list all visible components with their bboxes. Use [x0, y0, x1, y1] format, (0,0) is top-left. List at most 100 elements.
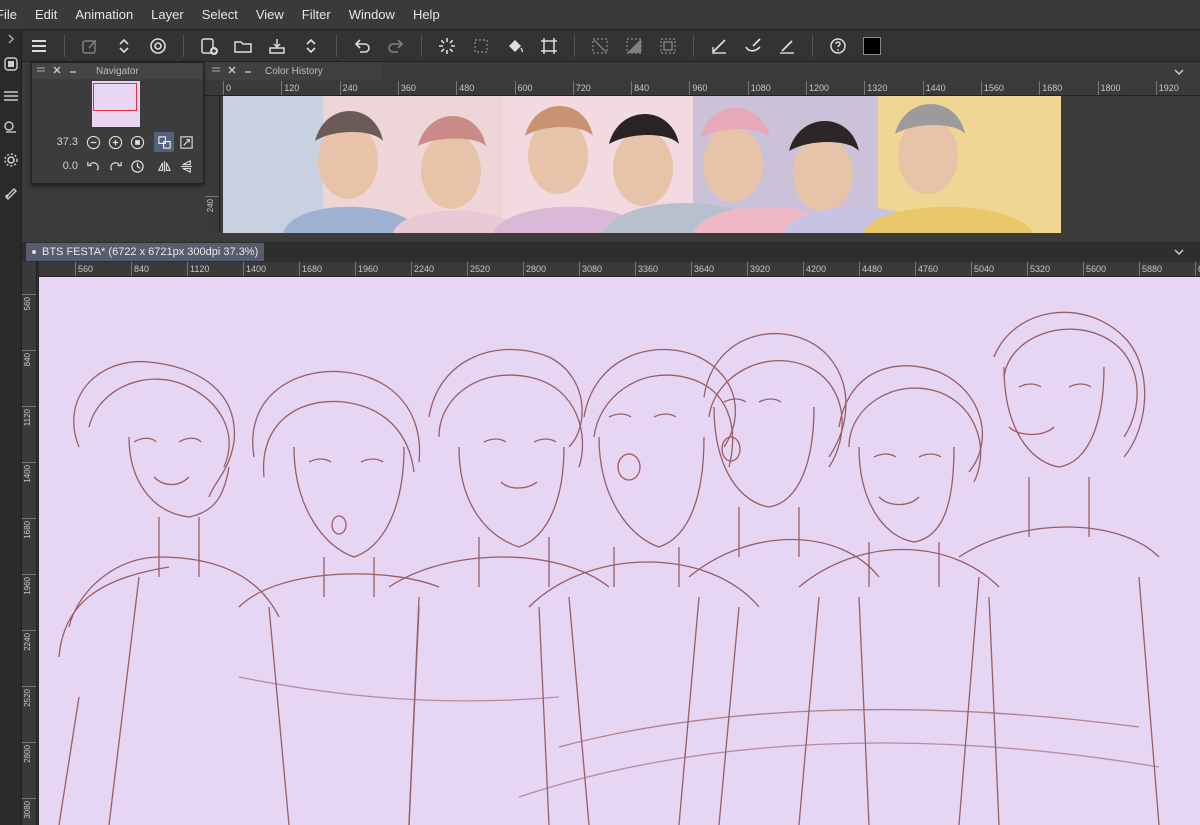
- ruler-tick-label: 1120: [22, 406, 36, 426]
- sort-arrows-icon[interactable]: [110, 32, 138, 60]
- panel-grip-icon[interactable]: [36, 65, 46, 78]
- ruler-tick-text: 2800: [23, 745, 32, 763]
- ruler-tick-text: 2520: [23, 689, 32, 707]
- close-icon[interactable]: [52, 65, 62, 78]
- ruler-tick-label: 3920: [747, 262, 770, 276]
- invert-selection-icon[interactable]: [620, 32, 648, 60]
- navigator-thumbnail[interactable]: [92, 81, 140, 127]
- brush-settings-icon[interactable]: [0, 176, 22, 208]
- list-panel-icon[interactable]: [0, 80, 22, 112]
- zoom-out-icon[interactable]: [83, 132, 103, 152]
- loading-icon[interactable]: [433, 32, 461, 60]
- ruler-tick-label: 1440: [922, 81, 946, 95]
- undo-icon[interactable]: [348, 32, 376, 60]
- flip-vertical-icon[interactable]: [176, 156, 196, 176]
- menu-file[interactable]: File: [0, 0, 26, 30]
- ruler-tick-label: 240: [205, 196, 219, 212]
- panel-grip-icon[interactable]: [211, 65, 221, 78]
- menu-filter[interactable]: Filter: [293, 0, 340, 30]
- document-tab[interactable]: BTS FESTA* (6722 x 6721px 300dpi 37.3%): [26, 243, 265, 261]
- toolbar-divider: [574, 34, 575, 57]
- menu-select[interactable]: Select: [193, 0, 247, 30]
- ruler-tick-label: 1200: [806, 81, 829, 95]
- help-icon[interactable]: [824, 32, 852, 60]
- ruler-tick-label: 360: [397, 81, 416, 95]
- rotation-row: 0.0: [38, 155, 197, 177]
- menu-layer[interactable]: Layer: [142, 0, 193, 30]
- arrows-icon[interactable]: [297, 32, 325, 60]
- crop-icon[interactable]: [535, 32, 563, 60]
- fit-to-navigator-icon[interactable]: [154, 132, 174, 152]
- save-icon[interactable]: [263, 32, 291, 60]
- menu-help[interactable]: Help: [404, 0, 449, 30]
- rotation-value[interactable]: 0.0: [38, 160, 78, 172]
- zoom-in-icon[interactable]: [105, 132, 125, 152]
- new-canvas-icon[interactable]: [195, 32, 223, 60]
- color-swatch-icon[interactable]: [858, 32, 886, 60]
- chevron-down-icon[interactable]: [1172, 65, 1186, 79]
- zoom-fit-icon[interactable]: [127, 132, 147, 152]
- ruler-tick-label: 1320: [864, 81, 887, 95]
- ruler-tick-label: 240: [339, 81, 358, 95]
- reset-rotation-icon[interactable]: [127, 156, 147, 176]
- select-all-icon[interactable]: [654, 32, 682, 60]
- flip-horizontal-icon[interactable]: [154, 156, 174, 176]
- chevron-down-icon[interactable]: [1172, 245, 1186, 259]
- minimize-icon[interactable]: [243, 65, 253, 78]
- brush-tool-icon[interactable]: [739, 32, 767, 60]
- pen-tool-icon[interactable]: [705, 32, 733, 60]
- transform-icon[interactable]: [467, 32, 495, 60]
- rotate-left-icon[interactable]: [83, 156, 103, 176]
- eraser-tool-icon[interactable]: [773, 32, 801, 60]
- ruler-tick-text: 1400: [23, 465, 32, 483]
- drawing-canvas[interactable]: [39, 277, 1200, 825]
- ruler-tick-label: 1920: [1155, 81, 1179, 95]
- ruler-tick-label: 2800: [523, 262, 546, 276]
- layers-stack-icon[interactable]: [0, 112, 22, 144]
- ruler-tick-label: 3360: [635, 262, 658, 276]
- ruler-tick-label: 0: [223, 81, 231, 95]
- navigator-header: Navigator: [32, 63, 203, 79]
- fit-to-screen-icon[interactable]: [176, 132, 196, 152]
- rotate-right-icon[interactable]: [105, 156, 125, 176]
- expand-chevron-icon[interactable]: [0, 30, 22, 48]
- open-folder-icon[interactable]: [229, 32, 257, 60]
- navigator-panel: Navigator 37.3 0.0: [31, 62, 204, 184]
- redo-icon[interactable]: [382, 32, 410, 60]
- zoom-row: 37.3: [38, 131, 197, 153]
- deselect-icon[interactable]: [586, 32, 614, 60]
- ruler-tick-label: 6160: [1195, 262, 1200, 276]
- menu-icon[interactable]: [25, 32, 53, 60]
- menu-view[interactable]: View: [247, 0, 293, 30]
- close-icon[interactable]: [227, 65, 237, 78]
- menu-edit[interactable]: Edit: [26, 0, 66, 30]
- ruler-tick-label: 2800: [22, 742, 36, 763]
- menu-window[interactable]: Window: [340, 0, 404, 30]
- minimize-icon[interactable]: [68, 65, 78, 78]
- ruler-tick-label: 5600: [1083, 262, 1106, 276]
- sync-icon[interactable]: [144, 32, 172, 60]
- ruler-tick-label: 1400: [22, 462, 36, 483]
- color-history-title: Color History: [265, 65, 323, 77]
- menu-animation[interactable]: Animation: [66, 0, 142, 30]
- zoom-value[interactable]: 37.3: [38, 136, 78, 148]
- ruler-tick-label: 480: [456, 81, 474, 95]
- ruler-tick-label: 840: [22, 350, 36, 366]
- ruler-tick-text: 1680: [23, 521, 32, 539]
- ruler-tick-label: 1800: [1097, 81, 1121, 95]
- ruler-tick-label: 720: [572, 81, 591, 95]
- ruler-tick-text: 1960: [23, 577, 32, 595]
- ruler-tick-label: 560: [75, 262, 93, 276]
- ruler-tick-label: 600: [514, 81, 533, 95]
- menu-bar: File Edit Animation Layer Select View Fi…: [0, 0, 1200, 30]
- clear-layer-icon[interactable]: [76, 32, 104, 60]
- ruler-tick-text: 1120: [23, 409, 32, 427]
- ruler-tick-label: 120: [281, 81, 299, 95]
- fill-icon[interactable]: [501, 32, 529, 60]
- gear-icon[interactable]: [0, 144, 22, 176]
- reference-ruler-horizontal: 0 120 240 360 480 600 720 840 960 1080 1200 1320 144…: [205, 81, 1200, 96]
- layer-panel-icon[interactable]: [0, 48, 22, 80]
- ruler-tick-label: 2520: [467, 262, 490, 276]
- toolbar-divider: [421, 34, 422, 57]
- navigator-view-rect[interactable]: [93, 83, 137, 111]
